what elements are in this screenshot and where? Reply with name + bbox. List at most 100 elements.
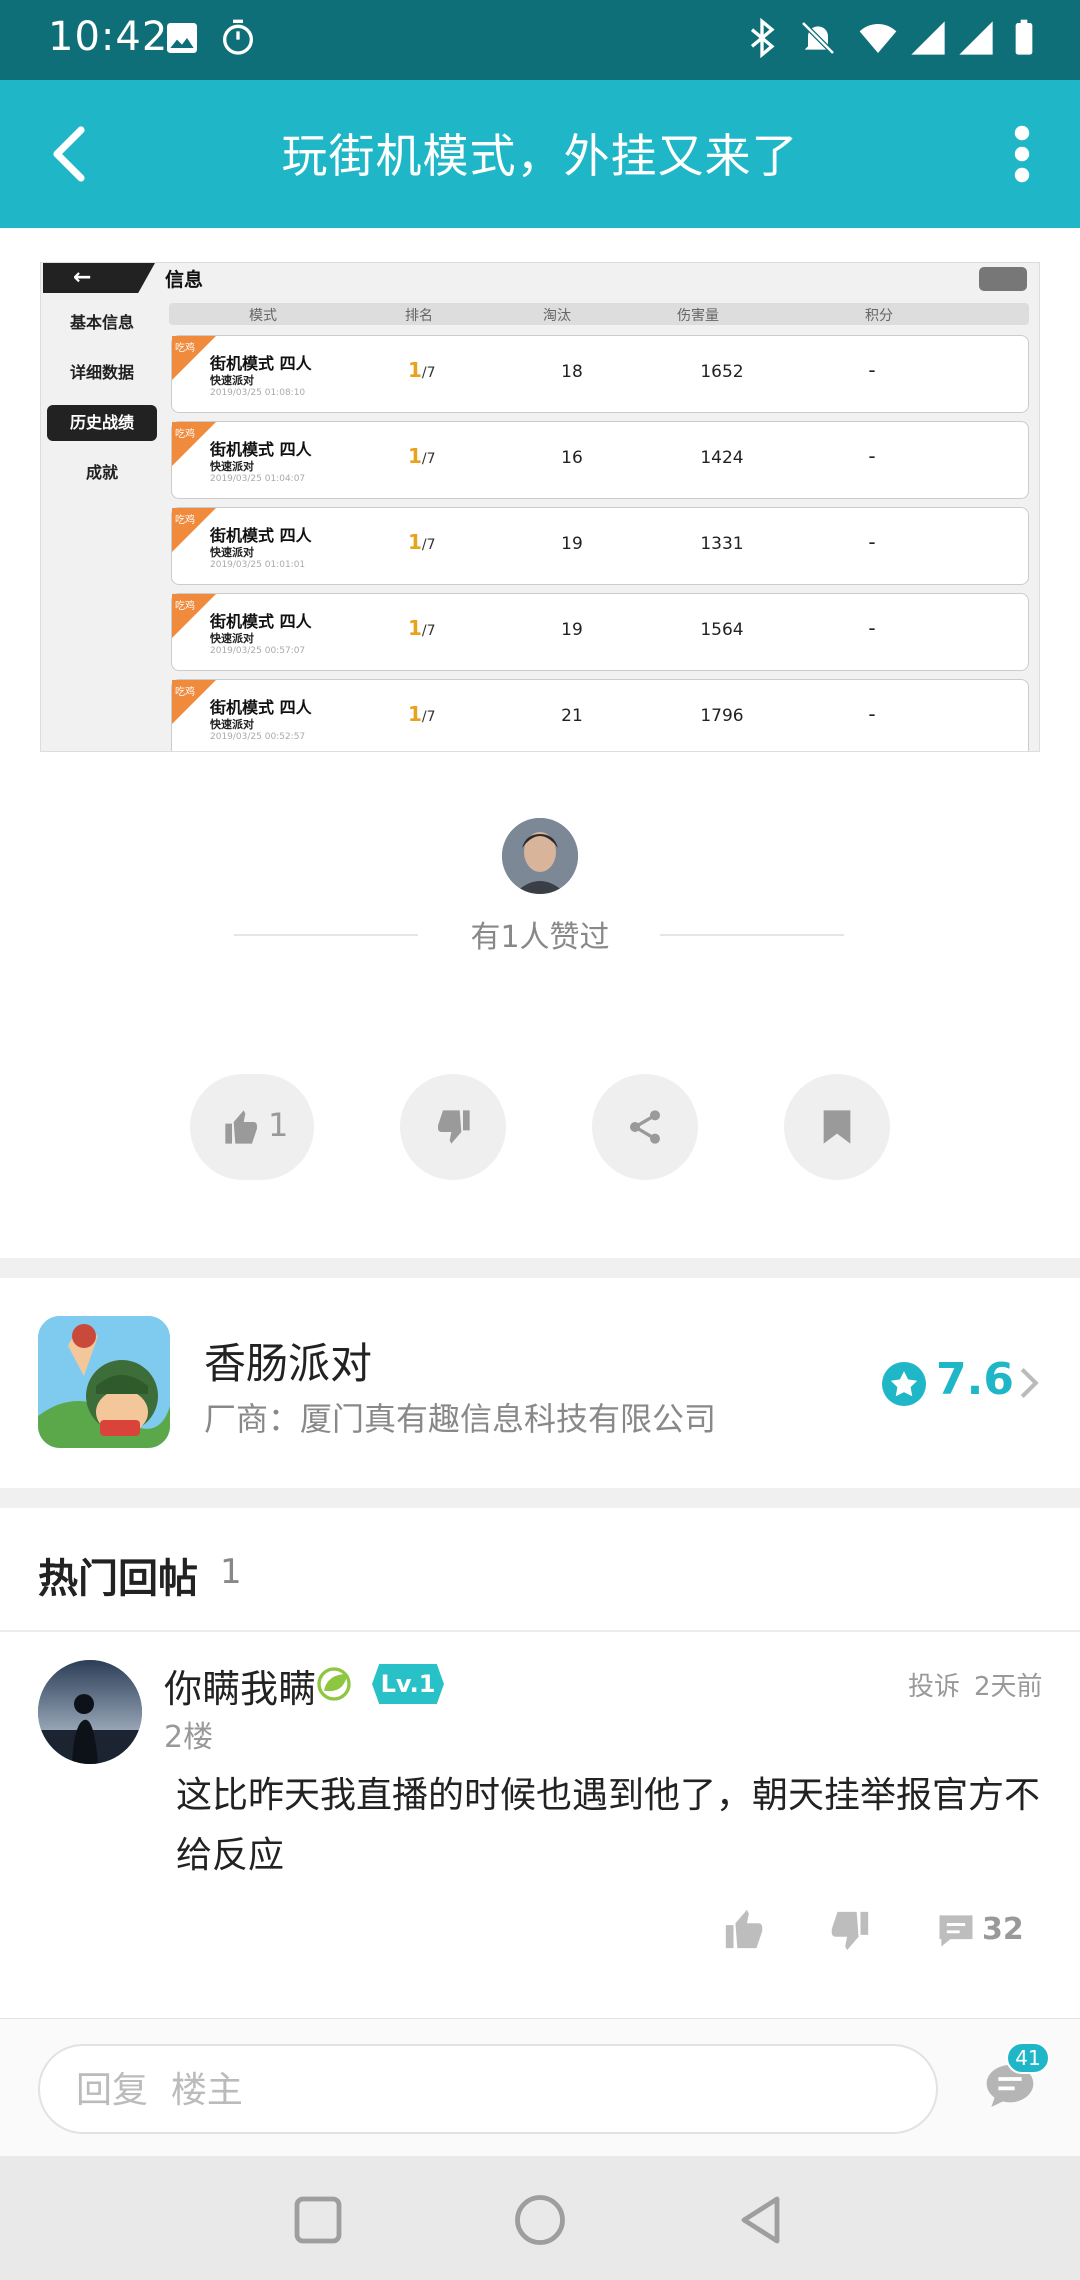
row-rank: 1/7 <box>408 702 436 726</box>
table-row: 吃鸡 街机模式 四人 快速派对 2019/03/25 01:01:01 1/7 … <box>171 507 1029 585</box>
row-sub: 快速派对 <box>210 546 254 559</box>
row-rank: 1/7 <box>408 444 436 468</box>
bookmark-icon <box>823 1110 851 1144</box>
like-count: 1 <box>268 1106 289 1144</box>
row-sub: 快速派对 <box>210 718 254 731</box>
status-time: 10:42 <box>48 14 169 60</box>
game-menu-achievements: 成就 <box>85 463 118 482</box>
reply-comment-count[interactable]: 32 <box>982 1912 1024 1947</box>
game-logo-icon <box>38 1316 170 1448</box>
game-menu-basic: 基本信息 <box>69 313 134 332</box>
col-points: 积分 <box>865 308 893 324</box>
row-points: - <box>868 616 876 640</box>
row-date: 2019/03/25 00:52:57 <box>210 732 306 742</box>
chevron-right-icon[interactable] <box>1016 1366 1042 1400</box>
more-vertical-icon[interactable] <box>998 118 1046 190</box>
reply-username[interactable]: 你瞒我瞒 <box>164 1658 316 1713</box>
row-sub: 快速派对 <box>210 460 254 473</box>
reply-comment-icon[interactable] <box>934 1908 978 1952</box>
liker-avatar[interactable] <box>502 818 578 894</box>
reply-floor: 2楼 <box>164 1720 214 1755</box>
section-separator <box>0 1258 1080 1278</box>
col-mode: 模式 <box>249 308 277 324</box>
user-avatar-icon <box>38 1660 142 1764</box>
table-row: 吃鸡 街机模式 四人 快速派对 2019/03/25 00:57:07 1/7 … <box>171 593 1029 671</box>
bookmark-button[interactable] <box>784 1074 890 1180</box>
post-detail-screen: { "status_bar": {"time": "10:42"}, "head… <box>0 0 1080 2280</box>
game-back-button: ← <box>43 263 155 293</box>
row-mode: 街机模式 四人 <box>210 526 312 545</box>
reply-like-icon[interactable] <box>722 1906 768 1952</box>
row-points: - <box>868 444 876 468</box>
row-kills: 16 <box>561 448 583 468</box>
thumbs-down-icon <box>438 1110 470 1144</box>
row-sub: 快速派对 <box>210 374 254 387</box>
row-mode: 街机模式 四人 <box>210 612 312 631</box>
game-menu-history: 历史战绩 <box>47 405 157 441</box>
divider-right <box>660 934 844 936</box>
dislike-button[interactable] <box>400 1074 506 1180</box>
row-rank: 1/7 <box>408 358 436 382</box>
like-button[interactable]: 1 <box>190 1074 314 1180</box>
col-kills: 淘汰 <box>543 308 571 324</box>
col-damage: 伤害量 <box>677 308 719 324</box>
row-date: 2019/03/25 01:04:07 <box>210 474 306 484</box>
row-sub: 快速派对 <box>210 632 254 645</box>
reply-input[interactable] <box>76 2064 896 2116</box>
level-badge: Lv.1 <box>372 1664 444 1704</box>
mute-bell-icon <box>801 21 835 55</box>
row-kills: 21 <box>561 706 583 726</box>
game-table-header: 模式 排名 淘汰 伤害量 积分 <box>169 303 1029 325</box>
game-name[interactable]: 香肠派对 <box>204 1330 372 1391</box>
game-wifi-indicator <box>979 267 1027 291</box>
system-nav-bar <box>0 2156 1080 2280</box>
game-score: 7.6 <box>936 1354 1014 1405</box>
stopwatch-icon <box>223 19 253 55</box>
row-kills: 19 <box>561 534 583 554</box>
recent-apps-icon[interactable] <box>282 2184 354 2256</box>
report-link[interactable]: 投诉 <box>908 1666 960 1703</box>
share-button[interactable] <box>592 1074 698 1180</box>
thumbs-up-icon <box>225 1110 257 1144</box>
row-points: - <box>868 358 876 382</box>
hot-replies-title: 热门回帖 <box>38 1556 198 1602</box>
row-rank: 1/7 <box>408 616 436 640</box>
page-title: 玩街机模式，外挂又来了 <box>281 129 799 183</box>
bluetooth-icon <box>750 18 775 58</box>
section-separator <box>0 1488 1080 1508</box>
status-bar: 10:42 <box>0 0 1080 80</box>
game-menu-detail: 详细数据 <box>69 363 134 382</box>
home-icon[interactable] <box>504 2184 576 2256</box>
signal-icon <box>911 21 945 55</box>
row-damage: 1564 <box>700 620 744 640</box>
share-icon <box>630 1110 660 1144</box>
reply-dislike-icon[interactable] <box>826 1908 872 1954</box>
table-row: 吃鸡 街机模式 四人 快速派对 2019/03/25 01:08:10 1/7 … <box>171 335 1029 413</box>
star-icon <box>882 1362 926 1406</box>
table-row: 吃鸡 街机模式 四人 快速派对 2019/03/25 00:52:57 1/7 … <box>171 679 1029 751</box>
row-damage: 1796 <box>700 706 744 726</box>
table-row: 吃鸡 街机模式 四人 快速派对 2019/03/25 01:04:07 1/7 … <box>171 421 1029 499</box>
post-image[interactable]: ← 信息 基本信息 详细数据 历史战绩 成就 模式 排名 淘汰 伤害量 积分 吃… <box>40 262 1040 752</box>
likes-summary: 有1人赞过 <box>470 920 610 955</box>
row-mode: 街机模式 四人 <box>210 698 312 717</box>
col-rank: 排名 <box>405 308 433 324</box>
back-triangle-icon[interactable] <box>726 2184 798 2256</box>
game-maker: 厂商：厦门真有趣信息科技有限公司 <box>204 1400 717 1438</box>
reply-box[interactable] <box>38 2044 938 2134</box>
battery-icon <box>1015 19 1033 55</box>
row-points: - <box>868 530 876 554</box>
leaf-icon <box>317 1667 351 1701</box>
avatar[interactable] <box>38 1660 142 1764</box>
signal-icon-2 <box>959 21 993 55</box>
game-panel-title: 信息 <box>165 269 204 291</box>
row-mode: 街机模式 四人 <box>210 440 312 459</box>
row-damage: 1331 <box>700 534 744 554</box>
row-rank: 1/7 <box>408 530 436 554</box>
row-kills: 18 <box>561 362 583 382</box>
wifi-icon <box>859 24 897 53</box>
game-app-icon[interactable] <box>38 1316 170 1448</box>
image-icon <box>167 23 197 53</box>
comments-badge: 41 <box>1006 2042 1050 2074</box>
row-mode: 街机模式 四人 <box>210 354 312 373</box>
